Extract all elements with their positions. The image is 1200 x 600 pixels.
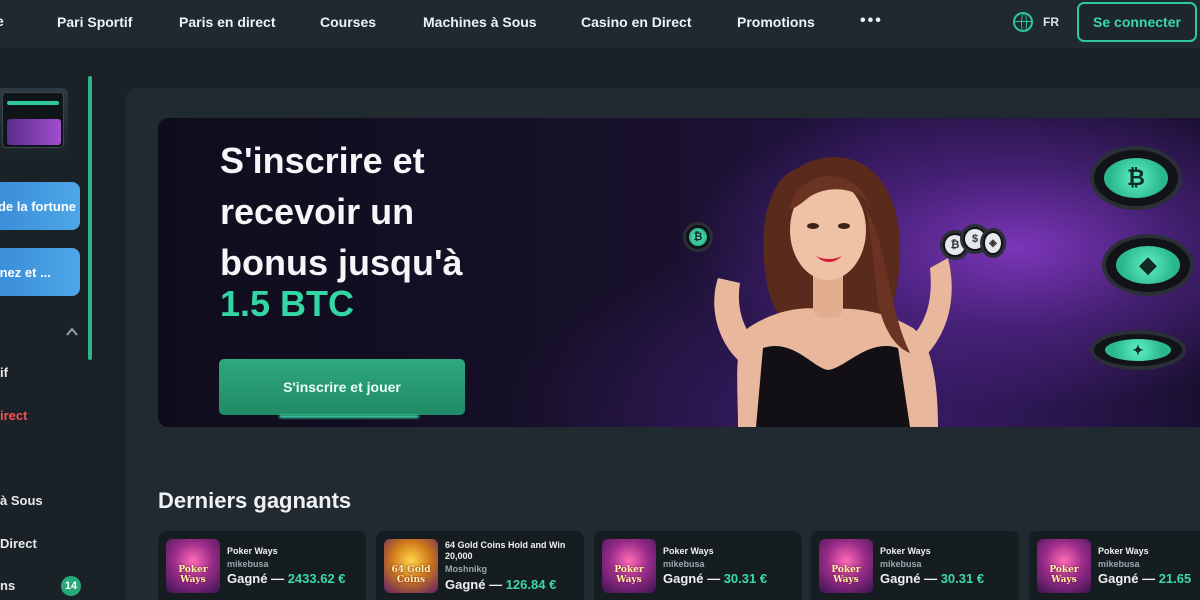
signup-play-button[interactable]: S'inscrire et jouer bbox=[219, 359, 465, 415]
game-thumbnail[interactable]: 64 Gold Coins bbox=[384, 539, 438, 593]
winner-amount-label: Gagné — bbox=[880, 571, 938, 586]
language-label: FR bbox=[1043, 15, 1059, 29]
game-thumbnail-label: Poker Ways bbox=[1049, 565, 1079, 585]
sidebar-item-machines[interactable]: à Sous bbox=[0, 493, 43, 508]
winner-amount-value: 126.84 € bbox=[505, 577, 557, 592]
winner-username: mikebusa bbox=[663, 559, 705, 569]
sidebar-item-casino-direct[interactable]: Direct bbox=[0, 536, 37, 551]
promotions-count-badge: 14 bbox=[61, 576, 81, 596]
winner-amount-value: 30.31 € bbox=[940, 571, 985, 586]
chevron-up-icon[interactable] bbox=[66, 326, 78, 338]
game-thumbnail[interactable]: Poker Ways bbox=[166, 539, 220, 593]
floating-ethereum-coin-icon: ◆ bbox=[1102, 234, 1194, 296]
globe-icon bbox=[1013, 12, 1033, 32]
hero-banner[interactable]: S'inscrire et recevoir un bonus jusqu'à … bbox=[158, 118, 1200, 427]
winner-amount-label: Gagné — bbox=[227, 571, 285, 586]
language-selector[interactable]: FR bbox=[1013, 12, 1059, 32]
hero-model-image bbox=[714, 157, 952, 427]
winner-card[interactable]: Poker Ways Poker Ways mikebusa Gagné — 30.3… bbox=[594, 531, 802, 600]
sidebar-promo-label: de la fortune bbox=[0, 198, 76, 214]
game-thumbnail-label: Poker Ways bbox=[178, 565, 208, 585]
winner-game-name: 64 Gold Coins Hold and Win 20,000 bbox=[445, 540, 566, 561]
bitcoin-coin-icon: ₿ bbox=[683, 222, 713, 252]
winner-amount-label: Gagné — bbox=[663, 571, 721, 586]
game-thumbnail[interactable]: Poker Ways bbox=[1037, 539, 1091, 593]
sidebar-promo-button-fortune[interactable]: de la fortune bbox=[0, 182, 80, 230]
game-thumbnail-label: 64 Gold Coins bbox=[391, 565, 431, 585]
floating-bitcoin-coin-icon: ₿ bbox=[1090, 146, 1182, 210]
winner-card[interactable]: Poker Ways Poker Ways mikebusa Gagné — 21.6… bbox=[1029, 531, 1200, 600]
sidebar-item-direct[interactable]: irect bbox=[0, 408, 27, 423]
winner-game-name: Poker Ways bbox=[227, 546, 278, 556]
floating-token-coin-icon: ✦ bbox=[1090, 330, 1186, 370]
winner-username: mikebusa bbox=[227, 559, 269, 569]
winner-amount-label: Gagné — bbox=[1098, 571, 1156, 586]
winner-game-name: Poker Ways bbox=[663, 546, 714, 556]
sidebar-item-promotions[interactable]: ns bbox=[0, 578, 15, 593]
hero-title: S'inscrire et recevoir un bonus jusqu'à bbox=[220, 140, 463, 283]
sidebar-promo-button-2[interactable]: inez et ... bbox=[0, 248, 80, 296]
nav-item-casino-en-direct[interactable]: Casino en Direct bbox=[581, 14, 691, 30]
game-thumbnail-label: Poker Ways bbox=[614, 565, 644, 585]
winner-amount-row: Gagné — 126.84 € bbox=[445, 577, 556, 592]
winner-card[interactable]: Poker Ways Poker Ways mikebusa Gagné — 30.3… bbox=[811, 531, 1019, 600]
nav-item-courses[interactable]: Courses bbox=[320, 14, 376, 30]
nav-item-paris-en-direct[interactable]: Paris en direct bbox=[179, 14, 276, 30]
winner-amount-row: Gagné — 21.65 bbox=[1098, 571, 1191, 586]
winner-amount-value: 30.31 € bbox=[723, 571, 768, 586]
winner-amount-row: Gagné — 2433.62 € bbox=[227, 571, 346, 586]
game-thumbnail[interactable]: Poker Ways bbox=[819, 539, 873, 593]
more-menu-icon[interactable]: ••• bbox=[860, 12, 883, 30]
sidebar-item-sportif[interactable]: if bbox=[0, 365, 8, 380]
game-thumbnail-label: Poker Ways bbox=[831, 565, 861, 585]
winner-amount-row: Gagné — 30.31 € bbox=[663, 571, 767, 586]
phone-mockup-image bbox=[2, 92, 64, 148]
top-navigation: e Pari Sportif Paris en direct Courses M… bbox=[0, 0, 1200, 48]
winner-amount-value: 2433.62 € bbox=[287, 571, 346, 586]
game-thumbnail[interactable]: Poker Ways bbox=[602, 539, 656, 593]
winner-username: Moshnikg bbox=[445, 564, 487, 574]
sidebar-promo-label: inez et ... bbox=[0, 264, 51, 280]
winner-game-name: Poker Ways bbox=[880, 546, 931, 556]
sidebar-scrollbar[interactable] bbox=[88, 76, 92, 360]
nav-item-machines-a-sous[interactable]: Machines à Sous bbox=[423, 14, 537, 30]
nav-item-pari-sportif[interactable]: Pari Sportif bbox=[57, 14, 132, 30]
app-promo-thumbnail[interactable] bbox=[0, 88, 68, 156]
winner-card[interactable]: Poker Ways Poker Ways mikebusa Gagné — 2433… bbox=[158, 531, 366, 600]
coin-icon: ◈ bbox=[980, 228, 1006, 258]
hero-bonus-amount: 1.5 BTC bbox=[220, 283, 355, 324]
winner-username: mikebusa bbox=[1098, 559, 1140, 569]
winner-game-name: Poker Ways bbox=[1098, 546, 1149, 556]
winner-card[interactable]: 64 Gold Coins 64 Gold Coins Hold and Win … bbox=[376, 531, 584, 600]
nav-item-promotions[interactable]: Promotions bbox=[737, 14, 815, 30]
winner-amount-row: Gagné — 30.31 € bbox=[880, 571, 984, 586]
nav-item-clipped[interactable]: e bbox=[0, 13, 4, 29]
latest-winners-title: Derniers gagnants bbox=[158, 488, 352, 513]
login-button[interactable]: Se connecter bbox=[1077, 2, 1197, 42]
winner-amount-value: 21.65 bbox=[1158, 571, 1192, 586]
winner-username: mikebusa bbox=[880, 559, 922, 569]
winner-amount-label: Gagné — bbox=[445, 577, 503, 592]
